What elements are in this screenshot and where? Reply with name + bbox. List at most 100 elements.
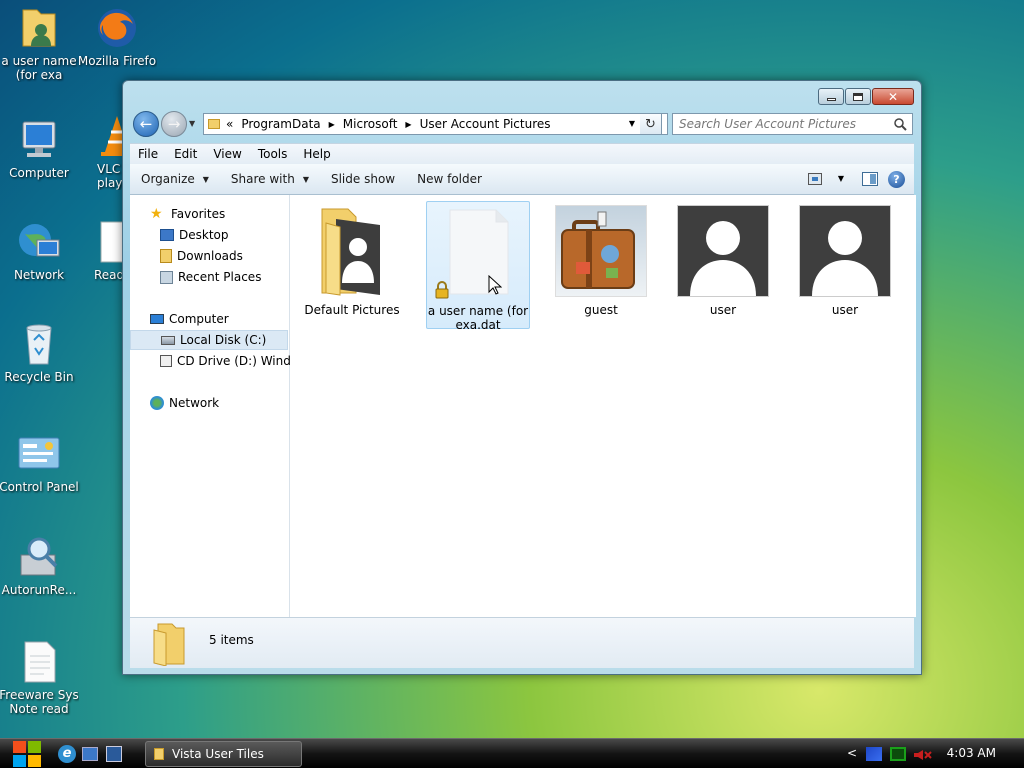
taskbar: e Vista User Tiles < 4:03 AM <box>0 738 1024 768</box>
desktop-icon-firefox[interactable]: Mozilla Firefo <box>77 6 157 82</box>
desktop-icon-freeware-note[interactable]: Freeware Sys Note read this <box>0 640 79 716</box>
file-item-user-1[interactable]: user <box>671 201 775 329</box>
nav-cd-drive[interactable]: CD Drive (D:) Windo <box>160 351 290 371</box>
nav-network[interactable]: Network <box>150 393 219 413</box>
computer-icon <box>17 118 61 162</box>
forward-arrow-icon: → <box>167 115 181 133</box>
desktop-icon-label: Freeware Sys Note read this <box>0 688 79 716</box>
slide-show-label: Slide show <box>330 172 396 186</box>
folder-small-icon <box>154 748 164 760</box>
share-with-label: Share with <box>230 172 295 186</box>
taskbar-task-vista-user-tiles[interactable]: Vista User Tiles <box>145 741 302 767</box>
address-history-dropdown[interactable]: ▼ <box>629 119 635 128</box>
recycle-bin-icon <box>17 322 61 366</box>
nav-computer[interactable]: Computer <box>150 309 229 329</box>
file-name: guest <box>584 303 618 317</box>
file-item-guest[interactable]: guest <box>549 201 653 329</box>
menu-edit[interactable]: Edit <box>166 147 205 161</box>
breadcrumb-microsoft[interactable]: Microsoft <box>343 117 398 131</box>
start-button[interactable] <box>8 739 46 768</box>
tray-volume-icon[interactable] <box>914 749 932 760</box>
file-name: user <box>709 303 737 317</box>
address-overflow[interactable]: « <box>226 117 233 131</box>
view-options-dropdown[interactable]: ▼ <box>838 174 844 183</box>
share-with-button[interactable]: Share with ▼ <box>220 172 320 186</box>
nav-network-label: Network <box>169 396 220 410</box>
lock-icon <box>434 281 450 302</box>
desktop-icon-autorun[interactable]: AutorunRe... <box>0 535 79 597</box>
nav-computer-label: Computer <box>169 312 229 326</box>
user-silhouette-icon <box>677 205 769 297</box>
desktop-icon-label: AutorunRe... <box>1 583 77 597</box>
breadcrumb-programdata[interactable]: ProgramData <box>241 117 320 131</box>
file-item-user-2[interactable]: user <box>793 201 897 329</box>
mouse-cursor-icon <box>488 274 503 298</box>
navigation-pane: ★ Favorites Desktop Downloads Recent Pla… <box>130 195 290 617</box>
item-count: 5 items <box>209 633 254 647</box>
menu-view[interactable]: View <box>205 147 249 161</box>
search-icon <box>894 118 907 134</box>
tray-flag-icon[interactable] <box>866 747 882 761</box>
menu-file[interactable]: File <box>130 147 166 161</box>
forward-button[interactable]: → <box>161 111 187 137</box>
nav-downloads[interactable]: Downloads <box>160 246 243 266</box>
desktop-icon-label: a user name (for exa <box>1 54 77 82</box>
navigation-row: ← → ▼ « ProgramData ▶ Microsoft ▶ User A… <box>131 111 913 137</box>
windows-logo-icon <box>11 739 43 768</box>
help-button[interactable]: ? <box>888 171 905 188</box>
quick-launch-show-desktop[interactable] <box>82 747 98 761</box>
file-item-default-pictures[interactable]: Default Pictures <box>300 201 404 329</box>
nav-favorites-label: Favorites <box>171 207 226 221</box>
desktop-icon-recycle-bin[interactable]: Recycle Bin <box>0 322 79 384</box>
nav-desktop[interactable]: Desktop <box>160 225 229 245</box>
desktop-icon-network[interactable]: Network <box>0 220 79 282</box>
task-label: Vista User Tiles <box>172 747 264 761</box>
nav-recent-places[interactable]: Recent Places <box>160 267 261 287</box>
file-name: a user name (for exa.dat <box>427 304 529 332</box>
text-document-icon <box>17 640 61 684</box>
desktop-icon-user-folder[interactable]: a user name (for exa <box>0 6 79 82</box>
breadcrumb-separator-icon: ▶ <box>405 119 412 129</box>
minimize-button[interactable] <box>818 88 844 105</box>
nav-local-disk[interactable]: Local Disk (C:) <box>130 330 288 350</box>
hard-drive-icon <box>161 335 175 345</box>
system-clock[interactable]: 4:03 AM <box>947 746 996 760</box>
details-pane: 5 items <box>130 617 914 668</box>
refresh-button[interactable]: ↻ <box>640 113 662 135</box>
new-folder-button[interactable]: New folder <box>406 172 493 186</box>
file-item-user-dat[interactable]: a user name (for exa.dat <box>426 201 530 332</box>
preview-pane-button[interactable] <box>862 172 878 186</box>
organize-button[interactable]: Organize ▼ <box>130 172 220 186</box>
tray-network-icon[interactable] <box>890 747 906 761</box>
search-input[interactable]: Search User Account Pictures <box>672 113 913 135</box>
search-placeholder: Search User Account Pictures <box>679 117 856 131</box>
menu-tools[interactable]: Tools <box>250 147 296 161</box>
slide-show-button[interactable]: Slide show <box>320 172 406 186</box>
desktop-icon-computer[interactable]: Computer <box>0 118 79 180</box>
close-button[interactable]: ✕ <box>872 88 914 105</box>
folder-small-icon <box>208 119 220 129</box>
quick-launch-switch-windows[interactable] <box>106 746 122 762</box>
desktop-icon-label: Mozilla Firefo <box>77 54 157 68</box>
network-small-icon <box>150 396 164 410</box>
desktop-icon-label: Computer <box>9 166 69 180</box>
recent-places-icon <box>160 270 173 284</box>
maximize-button[interactable] <box>845 88 871 105</box>
nav-favorites[interactable]: ★ Favorites <box>150 204 225 224</box>
recent-pages-dropdown[interactable]: ▼ <box>189 119 195 128</box>
refresh-icon: ↻ <box>645 116 656 132</box>
desktop-icon-control-panel[interactable]: Control Panel <box>0 432 79 494</box>
quick-launch-ie[interactable]: e <box>58 745 76 763</box>
network-icon <box>17 220 61 264</box>
tray-expand-button[interactable]: < <box>847 746 857 760</box>
change-view-button[interactable] <box>808 173 822 185</box>
address-bar[interactable]: « ProgramData ▶ Microsoft ▶ User Account… <box>203 113 668 135</box>
breadcrumb-user-account-pictures[interactable]: User Account Pictures <box>420 117 551 131</box>
file-name: user <box>831 303 859 317</box>
cd-drive-icon <box>160 355 172 367</box>
blank-file-icon <box>432 206 524 299</box>
menu-help[interactable]: Help <box>295 147 338 161</box>
back-button[interactable]: ← <box>133 111 159 137</box>
desktop-icon-label: Recycle Bin <box>4 370 74 384</box>
preview-pane-icon <box>870 174 876 184</box>
